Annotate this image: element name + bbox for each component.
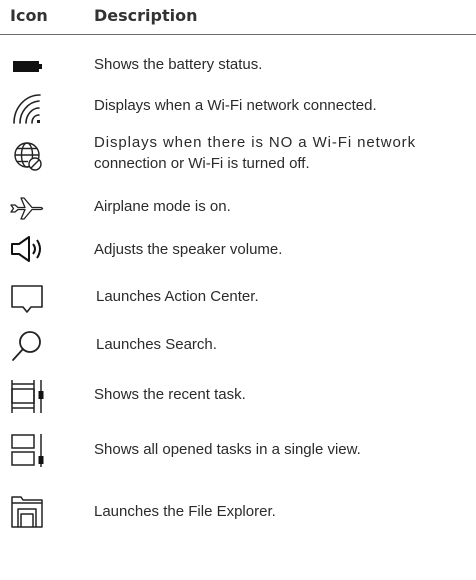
- icon-description-table: Icon Description Shows the battery statu…: [0, 0, 476, 580]
- wifi-icon: [8, 88, 48, 128]
- globe-no-network-icon: [8, 136, 48, 176]
- action-center-icon: [8, 278, 48, 318]
- row-description-continued: connection or Wi-Fi is turned off.: [94, 155, 310, 172]
- row-description: Launches Search.: [96, 336, 217, 353]
- description-column-header: Description: [94, 6, 198, 25]
- task-view-icon: [8, 430, 48, 470]
- row-description: Adjusts the speaker volume.: [94, 241, 283, 258]
- table-row: Shows the battery status.: [0, 44, 476, 84]
- battery-icon: [8, 46, 48, 86]
- table-row: Shows the recent task.: [0, 368, 476, 422]
- airplane-icon: [8, 188, 48, 228]
- row-description: Airplane mode is on.: [94, 198, 231, 215]
- table-row: Airplane mode is on.: [0, 186, 476, 230]
- row-description: Shows the battery status.: [94, 56, 263, 73]
- file-explorer-icon: [8, 492, 48, 532]
- search-icon: [8, 326, 48, 366]
- header-divider: [0, 34, 476, 35]
- row-description: Displays when a Wi-Fi network connected.: [94, 97, 377, 114]
- table-row: Shows all opened tasks in a single view.: [0, 420, 476, 474]
- table-row: Launches Action Center.: [0, 272, 476, 322]
- speaker-icon: [8, 230, 48, 270]
- table-row: Displays when a Wi-Fi network connected.: [0, 84, 476, 128]
- row-description: Launches the File Explorer.: [94, 503, 276, 520]
- table-row: Launches the File Explorer.: [0, 476, 476, 536]
- table-row: Displays when there is NO a Wi-Fi networ…: [0, 130, 476, 180]
- icon-column-header: Icon: [10, 6, 48, 25]
- row-description: Shows the recent task.: [94, 386, 246, 403]
- row-description: Launches Action Center.: [96, 288, 259, 305]
- row-description: Displays when there is NO a Wi-Fi networ…: [94, 134, 416, 151]
- recent-task-icon: [8, 376, 48, 416]
- table-row: Launches Search.: [0, 320, 476, 370]
- table-row: Adjusts the speaker volume.: [0, 228, 476, 272]
- row-description: Shows all opened tasks in a single view.: [94, 441, 361, 458]
- table-header: Icon Description: [0, 0, 476, 38]
